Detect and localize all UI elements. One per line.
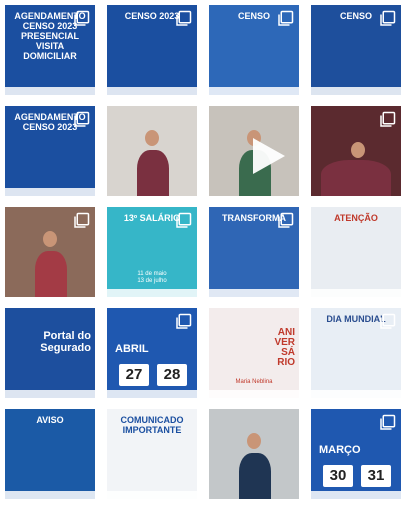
carousel-icon xyxy=(380,10,396,26)
carousel-icon xyxy=(74,212,90,228)
post-tile[interactable]: DIA MUNDIAL xyxy=(311,308,401,398)
post-title: ANI VER SÁ RIO xyxy=(274,327,295,368)
post-tile[interactable]: TRANSFORMA xyxy=(209,207,299,297)
post-body: 11 de maio 13 de julho xyxy=(137,271,167,284)
carousel-icon xyxy=(380,111,396,127)
photo-figure-head xyxy=(43,231,57,247)
post-footer-strip xyxy=(5,491,95,499)
post-footer-strip xyxy=(311,289,401,297)
post-tile[interactable]: 13º SALÁRIO 11 de maio 13 de julho xyxy=(107,207,197,297)
carousel-icon xyxy=(74,111,90,127)
post-title: ATENÇÃO xyxy=(334,213,378,223)
post-body: Maria Neblina xyxy=(235,379,273,385)
photo-figure xyxy=(137,150,169,196)
post-tile[interactable]: COMUNICADO IMPORTANTE xyxy=(107,409,197,499)
post-footer-strip xyxy=(311,491,401,499)
post-tile[interactable]: MARÇO 30 31 xyxy=(311,409,401,499)
post-tile[interactable]: CENSO xyxy=(311,5,401,95)
post-tile[interactable]: AGENDAMENTO CENSO 2023 PRESENCIAL VISITA… xyxy=(5,5,95,95)
post-footer-strip xyxy=(107,390,197,398)
post-title: ABRIL xyxy=(115,343,149,355)
date-card: 30 xyxy=(323,465,353,487)
post-title: MARÇO xyxy=(319,444,361,456)
post-grid: AGENDAMENTO CENSO 2023 PRESENCIAL VISITA… xyxy=(5,5,401,499)
post-footer-strip xyxy=(311,87,401,95)
post-tile[interactable]: ATENÇÃO xyxy=(311,207,401,297)
post-tile[interactable]: CENSO xyxy=(209,5,299,95)
date-card: 27 xyxy=(119,364,149,386)
post-footer-strip xyxy=(311,390,401,398)
post-tile[interactable]: ABRIL 27 28 xyxy=(107,308,197,398)
post-footer-strip xyxy=(209,390,299,398)
play-icon xyxy=(253,138,285,174)
date-card: 28 xyxy=(157,364,187,386)
post-footer-strip xyxy=(5,390,95,398)
post-title: Portal do Segurado xyxy=(40,330,91,354)
post-tile[interactable] xyxy=(209,409,299,499)
carousel-icon xyxy=(176,10,192,26)
post-footer-strip xyxy=(5,87,95,95)
post-tile[interactable] xyxy=(107,106,197,196)
post-footer-strip xyxy=(209,87,299,95)
photo-figure xyxy=(321,160,391,196)
post-tile[interactable] xyxy=(209,106,299,196)
post-tile[interactable]: Portal do Segurado xyxy=(5,308,95,398)
photo-figure-head xyxy=(247,433,261,449)
post-footer-strip xyxy=(107,87,197,95)
post-footer-strip xyxy=(107,289,197,297)
post-tile[interactable]: AVISO xyxy=(5,409,95,499)
carousel-icon xyxy=(176,313,192,329)
post-tile[interactable]: CENSO 2023 xyxy=(107,5,197,95)
photo-figure xyxy=(35,251,67,297)
post-footer-strip xyxy=(107,491,197,499)
post-tile[interactable]: AGENDAMENTO CENSO 2023 xyxy=(5,106,95,196)
carousel-icon xyxy=(278,212,294,228)
post-tile[interactable]: ANI VER SÁ RIO Maria Neblina xyxy=(209,308,299,398)
carousel-icon xyxy=(380,414,396,430)
post-footer-strip xyxy=(5,188,95,196)
carousel-icon xyxy=(176,212,192,228)
post-tile[interactable] xyxy=(5,207,95,297)
date-card: 31 xyxy=(361,465,391,487)
post-title: COMUNICADO IMPORTANTE xyxy=(120,415,184,435)
photo-figure xyxy=(239,453,271,499)
post-footer-strip xyxy=(209,289,299,297)
post-title: AVISO xyxy=(36,415,64,425)
carousel-icon xyxy=(74,10,90,26)
photo-figure-head xyxy=(145,130,159,146)
carousel-icon xyxy=(380,313,396,329)
post-tile[interactable] xyxy=(311,106,401,196)
photo-figure-head xyxy=(351,142,365,158)
carousel-icon xyxy=(278,10,294,26)
